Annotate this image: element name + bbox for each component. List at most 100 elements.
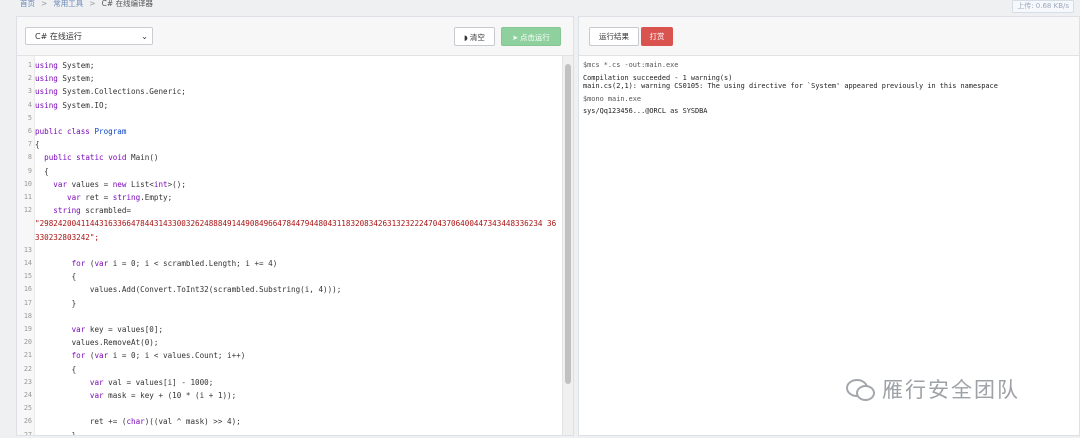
output-line: main.cs(2,1): warning CS0105: The using …: [583, 82, 998, 91]
line-number: 4: [27, 100, 32, 109]
line-number: 11: [23, 193, 32, 201]
output-line: sys/Qq123456...@ORCL as SYSDBA: [583, 107, 708, 116]
code-text: using System.Collections.Generic;: [35, 87, 186, 97]
line-number: 26: [23, 417, 32, 426]
code-line[interactable]: 21 for (var i = 0; i < values.Count; i++…: [17, 349, 563, 362]
code-line[interactable]: "298242004114431633664784431433003262488…: [17, 217, 563, 230]
code-line[interactable]: 16 values.Add(Convert.ToInt32(scrambled.…: [17, 283, 563, 296]
output-console: $mcs *.cs -out:main.exe Compilation succe…: [583, 61, 1075, 116]
code-line[interactable]: 12 string scrambled=: [17, 204, 563, 217]
run-button[interactable]: ➤ 点击运行: [501, 27, 561, 46]
code-line[interactable]: 23 var val = values[i] - 1000;: [17, 376, 563, 389]
line-number: 14: [23, 259, 32, 267]
language-select[interactable]: C# 在线运行 ⌄: [25, 27, 153, 45]
code-line[interactable]: 27 }: [17, 429, 563, 436]
code-line[interactable]: 5: [17, 112, 563, 125]
code-text: values.RemoveAt(0);: [35, 338, 159, 348]
line-number: 21: [23, 351, 32, 360]
code-line[interactable]: 18: [17, 310, 563, 323]
code-line[interactable]: 9 {: [17, 165, 563, 178]
code-line[interactable]: 4 using System.IO;: [17, 99, 563, 112]
code-line[interactable]: 3 using System.Collections.Generic;: [17, 85, 563, 98]
line-number: 8: [27, 153, 32, 162]
code-editor[interactable]: 1 using System; 2 using System; 3 using Syste…: [17, 56, 563, 435]
line-number: 20: [23, 338, 32, 347]
code-line[interactable]: 330232803242";: [17, 231, 563, 244]
code-line[interactable]: 25: [17, 402, 563, 415]
line-number: 13: [23, 245, 32, 254]
scrollbar-thumb[interactable]: [565, 64, 571, 384]
code-line[interactable]: 2 using System;: [17, 72, 563, 85]
line-number: 16: [23, 285, 32, 294]
line-number: 25: [23, 404, 32, 413]
code-text: using System;: [35, 74, 95, 84]
clear-button[interactable]: ◗ 清空: [454, 27, 495, 46]
code-text: values.Add(Convert.ToInt32(scrambled.Sub…: [35, 285, 342, 295]
editor-scrollbar[interactable]: [562, 56, 573, 435]
output-line: Compilation succeeded - 1 warning(s): [583, 73, 733, 82]
code-text: for (var i = 0; i < values.Count; i++): [71, 351, 246, 361]
code-text: ret += (char)((val ^ mask) >> 4);: [35, 417, 241, 427]
upload-speed-indicator: 上传: 0.68 KB/s: [1012, 0, 1074, 13]
code-line[interactable]: 13: [17, 244, 563, 257]
watermark-text: 雁行安全团队: [882, 378, 1020, 402]
code-line[interactable]: 6 public class Program: [17, 125, 563, 138]
code-text: using System;: [35, 61, 95, 70]
breadcrumb-current: C# 在线编译器: [101, 0, 153, 8]
line-number: 17: [23, 298, 32, 307]
line-number: 23: [23, 377, 32, 386]
code-line[interactable]: 17 }: [17, 297, 563, 310]
code-text: for (var i = 0; i < scrambled.Length; i …: [71, 259, 278, 268]
line-number: 10: [23, 179, 32, 188]
code-text: var val = values[i] - 1000;: [89, 377, 214, 387]
line-number: 15: [23, 272, 32, 281]
code-line[interactable]: 7{: [17, 138, 563, 151]
reward-button[interactable]: 打赏: [641, 27, 673, 46]
code-text: {: [35, 364, 77, 374]
line-number: 5: [27, 113, 32, 122]
chevron-down-icon: ⌄: [141, 32, 148, 41]
line-number: 2: [27, 74, 32, 83]
line-number: 19: [23, 325, 32, 333]
line-number: 22: [23, 364, 32, 373]
code-line[interactable]: 8 public static void Main(): [17, 151, 563, 164]
breadcrumb-separator: >: [89, 0, 96, 8]
code-line[interactable]: 24 var mask = key + (10 * (i + 1));: [17, 389, 563, 402]
code-line[interactable]: 20 values.RemoveAt(0);: [17, 336, 563, 349]
code-text: "298242004114431633664784431433003262488…: [35, 219, 557, 229]
send-icon: ➤: [512, 34, 518, 42]
code-line[interactable]: 1 using System;: [17, 59, 563, 72]
code-line[interactable]: 11 var ret = string.Empty;: [17, 191, 563, 204]
breadcrumb-home[interactable]: 首页: [20, 0, 35, 8]
run-button-label: 点击运行: [519, 33, 550, 42]
wechat-icon: [846, 377, 875, 401]
code-line[interactable]: 22 {: [17, 363, 563, 376]
code-text: var values = new List<int>();: [53, 179, 186, 189]
code-text: var key = values[0];: [71, 325, 164, 334]
line-number: 12: [23, 206, 32, 215]
code-line[interactable]: 26 ret += (char)((val ^ mask) >> 4);: [17, 415, 563, 428]
code-line[interactable]: 14 for (var i = 0; i < scrambled.Length;…: [17, 257, 563, 270]
breadcrumb-tools[interactable]: 常用工具: [53, 0, 83, 8]
code-text: 330232803242";: [35, 232, 100, 242]
code-text: {: [35, 140, 40, 150]
code-line[interactable]: 10 var values = new List<int>();: [17, 178, 563, 191]
line-number: 6: [27, 127, 32, 135]
watermark: 雁行安全团队: [846, 372, 1020, 406]
output-line: $mono main.exe: [583, 94, 642, 103]
line-number: 7: [27, 140, 32, 149]
eraser-icon: ◗: [464, 34, 468, 42]
language-select-value: C# 在线运行: [35, 32, 82, 41]
clear-button-label: 清空: [469, 33, 485, 42]
breadcrumb-separator: >: [41, 0, 48, 8]
code-text: public class Program: [35, 127, 127, 136]
output-line: $mcs *.cs -out:main.exe: [583, 61, 679, 69]
line-number: 27: [23, 430, 32, 436]
result-tab[interactable]: 运行结果: [589, 27, 639, 46]
code-text: var mask = key + (10 * (i + 1));: [89, 391, 237, 400]
line-number: 9: [27, 166, 32, 175]
breadcrumb: 首页 > 常用工具 > C# 在线编译器: [20, 0, 153, 10]
code-line[interactable]: 15 {: [17, 270, 563, 283]
code-line[interactable]: 19 var key = values[0];: [17, 323, 563, 336]
code-text: public static void Main(): [44, 153, 159, 163]
